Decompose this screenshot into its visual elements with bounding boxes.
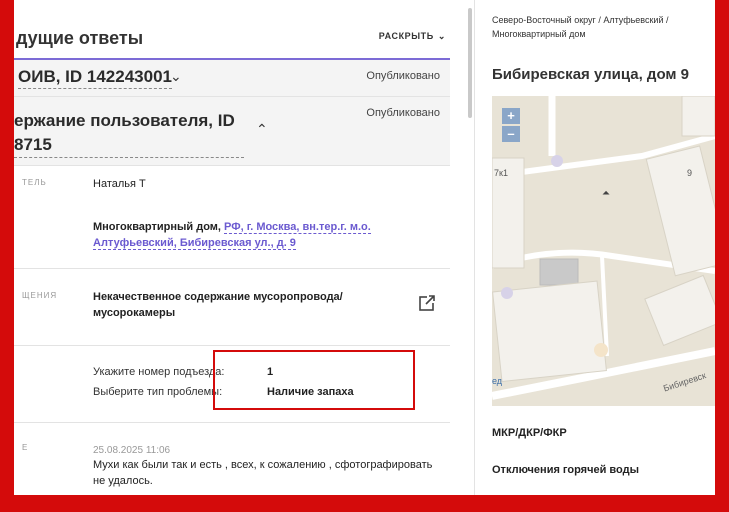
divider xyxy=(14,422,450,423)
zoom-in-button[interactable]: + xyxy=(502,108,520,124)
expand-button[interactable]: РАСКРЫТЬ ⌄ xyxy=(379,31,446,42)
chevron-down-icon[interactable]: ⌄ xyxy=(170,68,182,85)
external-link-icon[interactable] xyxy=(418,294,436,312)
highlight-box xyxy=(213,350,415,410)
response-title-user[interactable]: ержание пользователя, ID 8715 xyxy=(14,109,246,158)
author-label: ТЕЛЬ xyxy=(22,178,47,187)
status-published: Опубликовано xyxy=(366,107,440,119)
map-canvas xyxy=(492,96,715,406)
hot-water-label[interactable]: Отключения горячей воды xyxy=(492,464,639,476)
object-panel: Северо-Восточный округ / Алтуфьевский / … xyxy=(492,0,715,495)
problem-text: Некачественное содержание мусоропровода/… xyxy=(93,291,343,319)
district-label: МКР/ДКР/ФКР xyxy=(492,427,567,439)
screenshot-frame: дущие ответы РАСКРЫТЬ ⌄ ОИВ, ID 142243001… xyxy=(14,0,715,495)
column-divider xyxy=(474,0,475,495)
chevron-down-icon: ⌄ xyxy=(437,31,446,41)
chevron-up-icon[interactable]: ⌃ xyxy=(256,121,268,138)
map[interactable]: + – 7к1 9 ед Бибиревск ⏶ xyxy=(492,96,715,406)
comment-text: Мухи как были так и есть , всех, к сожал… xyxy=(93,459,433,487)
zoom-controls: + – xyxy=(502,108,520,144)
object-type: Многоквартирный дом, xyxy=(93,221,225,233)
response-title-user-line2: 8715 xyxy=(14,133,244,158)
map-label-building: 7к1 xyxy=(494,168,508,178)
entrance-label: Укажите номер подъезда: xyxy=(93,366,225,378)
map-marker-icon[interactable]: ⏶ xyxy=(602,188,610,199)
response-row-user[interactable]: ержание пользователя, ID 8715 ⌃ Опублико… xyxy=(14,97,450,166)
response-title-oiv[interactable]: ОИВ, ID 142243001 xyxy=(18,67,172,89)
problem-type-label: Выберите тип проблемы: xyxy=(93,386,223,398)
responses-panel: дущие ответы РАСКРЫТЬ ⌄ ОИВ, ID 142243001… xyxy=(14,0,472,495)
map-label-edge: ед xyxy=(492,376,503,386)
page-title: Бибиревская улица, дом 9 xyxy=(492,66,690,83)
comment-label: Е xyxy=(22,443,29,452)
problem-label: ЩЕНИЯ xyxy=(22,291,58,300)
response-title-user-line1: ержание пользователя, ID xyxy=(14,111,235,130)
divider xyxy=(14,268,450,269)
section-header: дущие ответы РАСКРЫТЬ ⌄ xyxy=(14,0,450,60)
scrollbar[interactable] xyxy=(468,8,472,118)
author-name: Наталья Т xyxy=(93,178,146,190)
map-label-house-number: 9 xyxy=(687,168,693,178)
object-address: Многоквартирный дом, РФ, г. Москва, вн.т… xyxy=(93,219,383,251)
zoom-out-button[interactable]: – xyxy=(502,126,520,142)
response-row-oiv[interactable]: ОИВ, ID 142243001 ⌄ Опубликовано xyxy=(14,60,450,97)
section-title: дущие ответы xyxy=(16,28,144,48)
breadcrumb: Северо-Восточный округ / Алтуфьевский / … xyxy=(492,15,669,39)
status-published: Опубликовано xyxy=(366,70,440,82)
expand-button-label: РАСКРЫТЬ xyxy=(378,31,434,41)
comment-date: 25.08.2025 11:06 xyxy=(93,445,171,456)
divider xyxy=(14,345,450,346)
